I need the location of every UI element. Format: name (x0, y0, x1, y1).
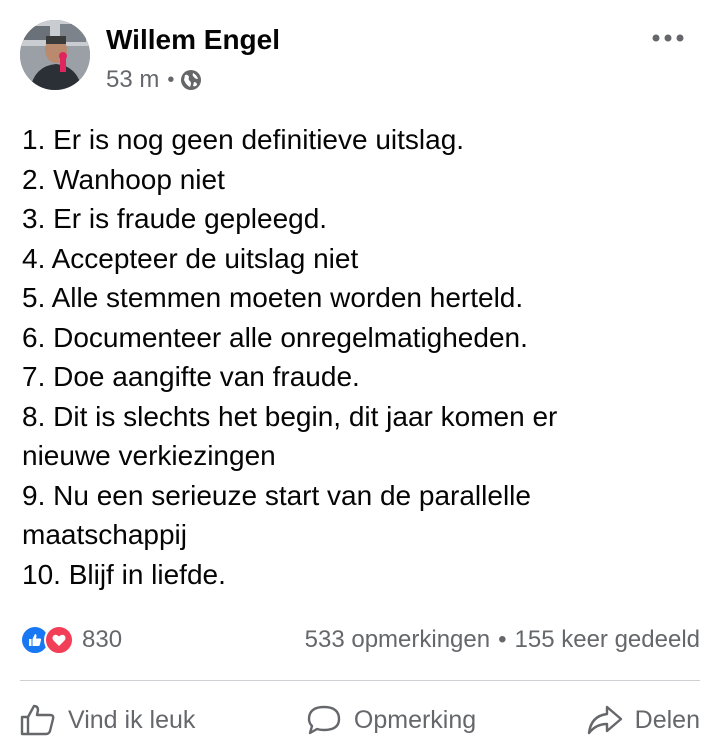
author-name[interactable]: Willem Engel (106, 24, 280, 56)
comments-count[interactable]: 533 opmerkingen (305, 626, 490, 654)
reactions-summary[interactable]: 830 (20, 625, 122, 655)
post-line: maatschappij (22, 519, 187, 550)
more-options-button[interactable] (648, 24, 688, 52)
like-button[interactable]: Vind ik leuk (20, 704, 195, 736)
love-reaction-icon (44, 625, 74, 655)
shares-count[interactable]: 155 keer gedeeld (515, 626, 700, 654)
comment-bubble-icon (307, 705, 341, 735)
facebook-post: Willem Engel 53 m • 1. Er is nog geen de (0, 0, 720, 756)
globe-icon (180, 69, 202, 91)
engagement-counts: 533 opmerkingen • 155 keer gedeeld (305, 626, 700, 654)
post-line: 1. Er is nog geen definitieve uitslag. (22, 124, 465, 155)
post-time[interactable]: 53 m (106, 66, 159, 94)
share-button[interactable]: Delen (587, 704, 700, 736)
comment-button[interactable]: Opmerking (306, 704, 476, 736)
post-header: Willem Engel 53 m • (20, 20, 700, 96)
post-actions: Vind ik leuk Opmerking Delen (20, 692, 700, 748)
post-meta: 53 m • (106, 66, 202, 94)
counts-separator: • (498, 626, 507, 653)
like-label: Vind ik leuk (68, 705, 196, 734)
post-line: 6. Documenteer alle onregelmatigheden. (22, 321, 528, 353)
comment-label: Opmerking (353, 705, 477, 734)
avatar[interactable] (20, 20, 90, 90)
post-stats: 830 533 opmerkingen • 155 keer gedeeld (20, 620, 700, 660)
meta-separator: • (167, 68, 175, 91)
more-options-icon (652, 34, 684, 42)
post-line: 9. Nu een serieuze start van de parallel… (22, 479, 531, 511)
reaction-icons (20, 625, 74, 655)
reactions-count: 830 (82, 626, 123, 653)
post-line: 7. Doe aangifte van fraude. (22, 361, 360, 392)
post-line: 5. Alle stemmen moeten worden herteld. (22, 282, 524, 313)
avatar-image (20, 20, 90, 90)
actions-divider (20, 680, 700, 681)
share-label: Delen (634, 705, 700, 734)
post-line: 3. Er is fraude gepleegd. (22, 203, 328, 234)
thumbs-up-icon (20, 704, 55, 736)
post-line: 10. Blijf in liefde. (22, 558, 226, 590)
post-line: 2. Wanhoop niet (22, 163, 225, 195)
post-line: 8. Dit is slechts het begin, dit jaar ko… (22, 400, 558, 432)
share-arrow-icon (587, 705, 622, 735)
post-line: nieuwe verkiezingen (22, 440, 276, 471)
post-line: 4. Accepteer de uitslag niet (22, 242, 359, 274)
post-text: 1. Er is nog geen definitieve uitslag. 2… (22, 120, 698, 594)
